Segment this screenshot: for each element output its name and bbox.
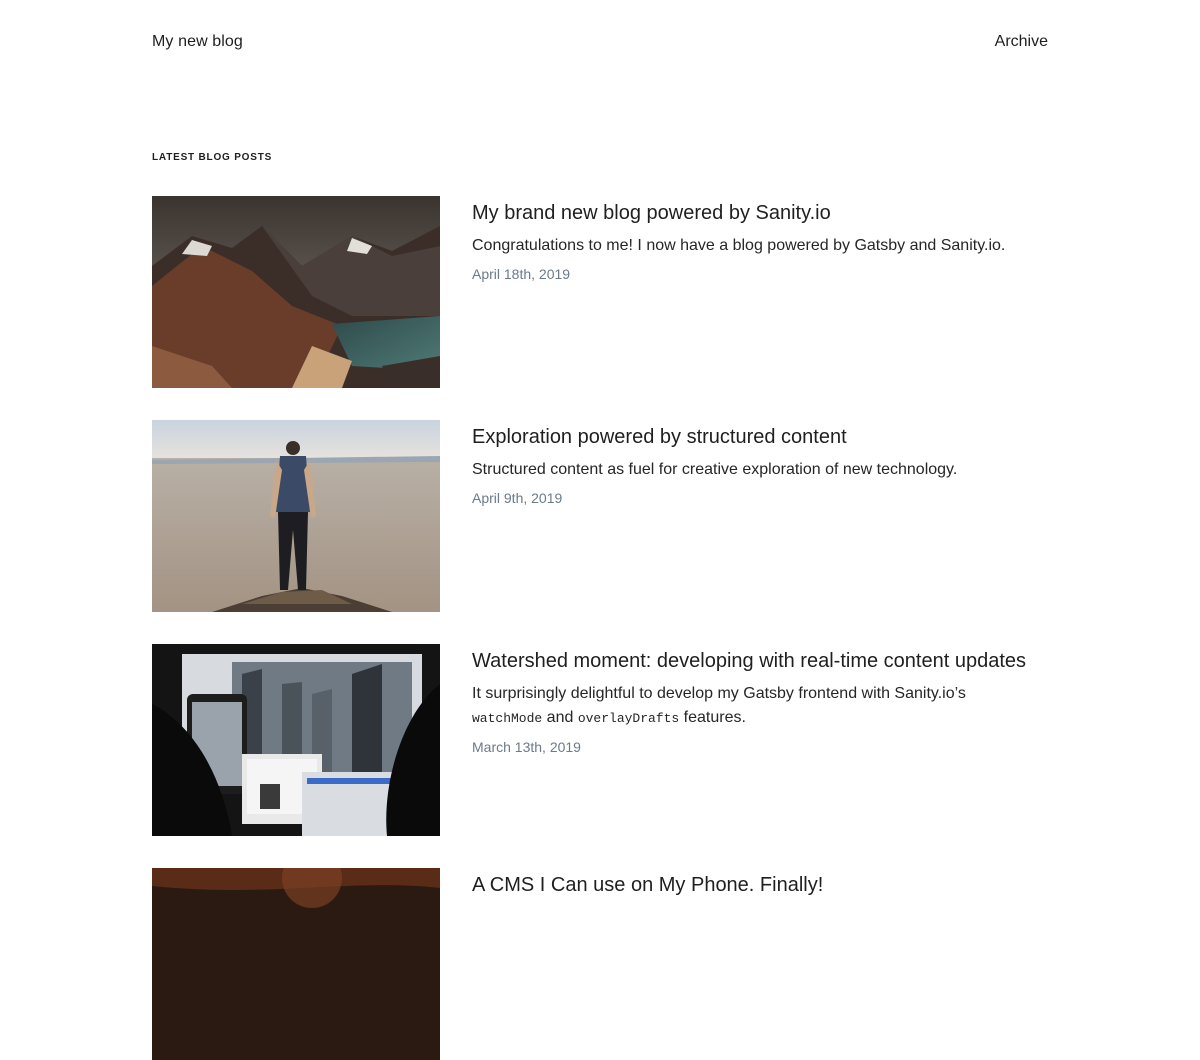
post-image-mountain[interactable] [152,196,440,388]
dark-warm-photo [152,868,440,1060]
post-excerpt: It surprisingly delightful to develop my… [472,682,1032,731]
post-date: April 18th, 2019 [472,266,571,282]
post-body: Exploration powered by structured conten… [472,420,1032,507]
code-watchmode: watchMode [472,711,543,726]
post-title[interactable]: Exploration powered by structured conten… [472,422,1032,452]
laptops-city-screen-photo [152,644,440,836]
post-body: Watershed moment: developing with real-t… [472,644,1032,756]
post-excerpt: Congratulations to me! I now have a blog… [472,237,1006,254]
site-title-link[interactable]: My new blog [152,33,243,51]
excerpt-text: features. [679,709,746,726]
post-title[interactable]: Watershed moment: developing with real-t… [472,646,1032,676]
post-card-1[interactable]: My brand new blog powered by Sanity.io C… [152,196,1048,388]
post-excerpt: Structured content as fuel for creative … [472,461,958,478]
post-body: My brand new blog powered by Sanity.io C… [472,196,1032,283]
post-title[interactable]: My brand new blog powered by Sanity.io [472,198,1032,228]
mountain-coast-photo [152,196,440,388]
nav-archive-link[interactable]: Archive [995,33,1048,51]
post-body: A CMS I Can use on My Phone. Finally! [472,868,1032,900]
post-card-4[interactable]: A CMS I Can use on My Phone. Finally! [152,868,1048,1060]
code-overlaydrafts: overlayDrafts [577,711,680,726]
post-card-2[interactable]: Exploration powered by structured conten… [152,420,1048,612]
post-date: March 13th, 2019 [472,739,581,755]
post-image-dark[interactable] [152,868,440,1060]
post-image-desert[interactable] [152,420,440,612]
post-image-laptops[interactable] [152,644,440,836]
excerpt-text: It surprisingly delightful to develop my… [472,685,966,702]
post-card-3[interactable]: Watershed moment: developing with real-t… [152,644,1048,836]
section-heading: Latest blog posts [152,152,273,163]
site-header: My new blog Archive [152,33,1048,57]
post-date: April 9th, 2019 [472,490,563,506]
man-on-rock-desert-photo [152,420,440,612]
excerpt-text: and [542,709,578,726]
post-title[interactable]: A CMS I Can use on My Phone. Finally! [472,870,1032,900]
